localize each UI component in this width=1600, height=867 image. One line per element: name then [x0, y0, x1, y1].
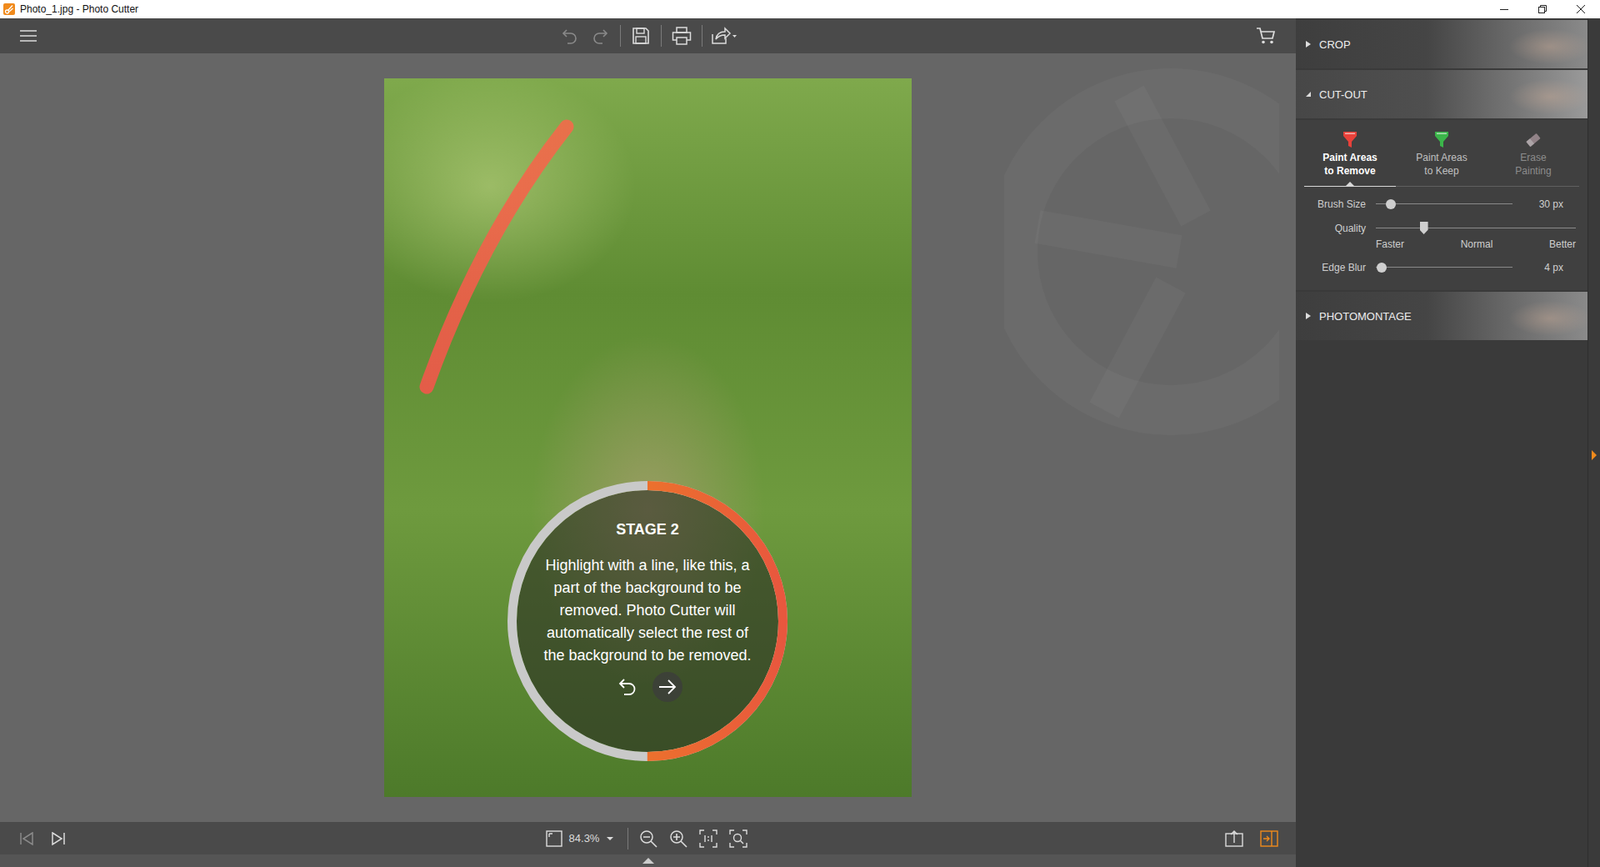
section-label: CUT-OUT — [1319, 88, 1368, 101]
collapse-arrow-icon[interactable] — [1591, 450, 1597, 460]
slider-reading: 4 px — [1522, 261, 1576, 274]
app-icon — [3, 3, 15, 15]
zoom-dropdown[interactable]: 84.3% — [545, 830, 620, 847]
actual-size-icon[interactable] — [696, 825, 720, 851]
right-panel: CROP CUT-OUT Paint Areasto Remove Paint … — [1295, 18, 1588, 867]
slider-track[interactable] — [1375, 197, 1513, 211]
slider-label: Quality — [1295, 222, 1366, 235]
tutorial-bubble: STAGE 2 Highlight with a line, like this… — [507, 480, 788, 761]
cart-icon[interactable] — [1254, 23, 1278, 49]
zoom-in-icon[interactable] — [666, 825, 690, 851]
expand-arrow-icon — [1305, 312, 1311, 320]
undo-icon[interactable] — [558, 23, 582, 49]
panel-edge — [1587, 18, 1600, 867]
progress-arc — [512, 485, 784, 757]
cutout-options: Paint Areasto Remove Paint Areasto Keep … — [1295, 120, 1588, 290]
section-picture — [1462, 291, 1588, 340]
first-image-icon[interactable] — [15, 825, 39, 851]
dropdown-arrow-icon — [605, 835, 615, 841]
slider-row: Brush Size 30 px — [1295, 195, 1588, 214]
tool-label: Paint Areasto Remove — [1322, 150, 1378, 178]
bottom-bar: 84.3% — [0, 821, 1296, 855]
slider-reading: 30 px — [1522, 198, 1576, 210]
slider-knob[interactable] — [1376, 262, 1387, 273]
erase-brush-icon — [1523, 130, 1544, 150]
close-icon[interactable] — [1561, 0, 1600, 19]
section-header[interactable]: CROP — [1295, 20, 1588, 69]
section-header[interactable]: PHOTOMONTAGE — [1295, 291, 1588, 340]
window-title: Photo_1.jpg - Photo Cutter — [20, 3, 139, 15]
section-header[interactable]: CUT-OUT — [1295, 70, 1588, 119]
slider-track[interactable] — [1375, 221, 1576, 235]
section-picture — [1462, 70, 1588, 119]
slider-row: Edge Blur 4 px — [1295, 258, 1588, 277]
slider-track[interactable] — [1375, 260, 1513, 275]
section-picture — [1462, 20, 1588, 69]
slider-mark: Faster — [1375, 238, 1405, 250]
photo-cutter-window: Photo_1.jpg - Photo Cutter STAGE 2 Highl… — [0, 0, 1600, 867]
menu-icon[interactable] — [16, 23, 40, 49]
watermark-logo-icon — [1004, 60, 1280, 444]
restore-icon[interactable] — [1523, 0, 1562, 19]
slider-label: Brush Size — [1295, 198, 1366, 210]
tutorial-title: STAGE 2 — [615, 519, 680, 540]
zoom-out-icon[interactable] — [636, 825, 660, 851]
share-icon[interactable] — [710, 23, 738, 49]
keep-brush-icon — [1431, 130, 1452, 150]
minimize-icon[interactable] — [1485, 0, 1524, 19]
toolbar — [0, 18, 1296, 54]
title-bar: Photo_1.jpg - Photo Cutter — [0, 0, 1600, 19]
back-arrow-icon[interactable] — [612, 671, 643, 702]
expand-arrow-icon — [1305, 91, 1311, 97]
tool-button[interactable]: ErasePainting — [1487, 130, 1580, 187]
zoom-frame-icon — [545, 830, 563, 847]
expand-up-icon[interactable] — [642, 857, 655, 864]
remove-brush-icon — [1340, 130, 1360, 150]
canvas: STAGE 2 Highlight with a line, like this… — [0, 53, 1296, 822]
slider-row: Quality Faster Normal Better — [1295, 221, 1588, 250]
slider-pointer[interactable] — [1420, 221, 1429, 235]
tool-label: ErasePainting — [1515, 150, 1551, 178]
section-label: CROP — [1319, 38, 1351, 51]
slider-mark: Better — [1549, 238, 1576, 250]
tool-label: Paint Areasto Keep — [1415, 150, 1467, 178]
slider-knob[interactable] — [1385, 199, 1396, 210]
bottom-strip — [0, 854, 1296, 867]
tool-button[interactable]: Paint Areasto Keep — [1395, 130, 1488, 187]
last-image-icon[interactable] — [46, 825, 70, 851]
next-arrow-icon[interactable] — [652, 671, 683, 702]
section-label: PHOTOMONTAGE — [1319, 310, 1412, 323]
fit-to-window-icon[interactable] — [726, 825, 750, 851]
slider-label: Edge Blur — [1295, 261, 1366, 274]
panel-toggle-icon[interactable] — [1257, 825, 1281, 851]
slider-mark: Normal — [1460, 238, 1494, 250]
print-icon[interactable] — [670, 23, 694, 49]
save-icon[interactable] — [629, 23, 653, 49]
expand-arrow-icon — [1305, 40, 1311, 48]
photo[interactable]: STAGE 2 Highlight with a line, like this… — [384, 78, 912, 797]
export-icon[interactable] — [1222, 825, 1246, 851]
zoom-value: 84.3% — [569, 831, 600, 845]
redo-icon[interactable] — [588, 23, 612, 49]
tutorial-text: Highlight with a line, like this, a part… — [534, 554, 761, 667]
tool-button[interactable]: Paint Areasto Remove — [1304, 130, 1396, 187]
